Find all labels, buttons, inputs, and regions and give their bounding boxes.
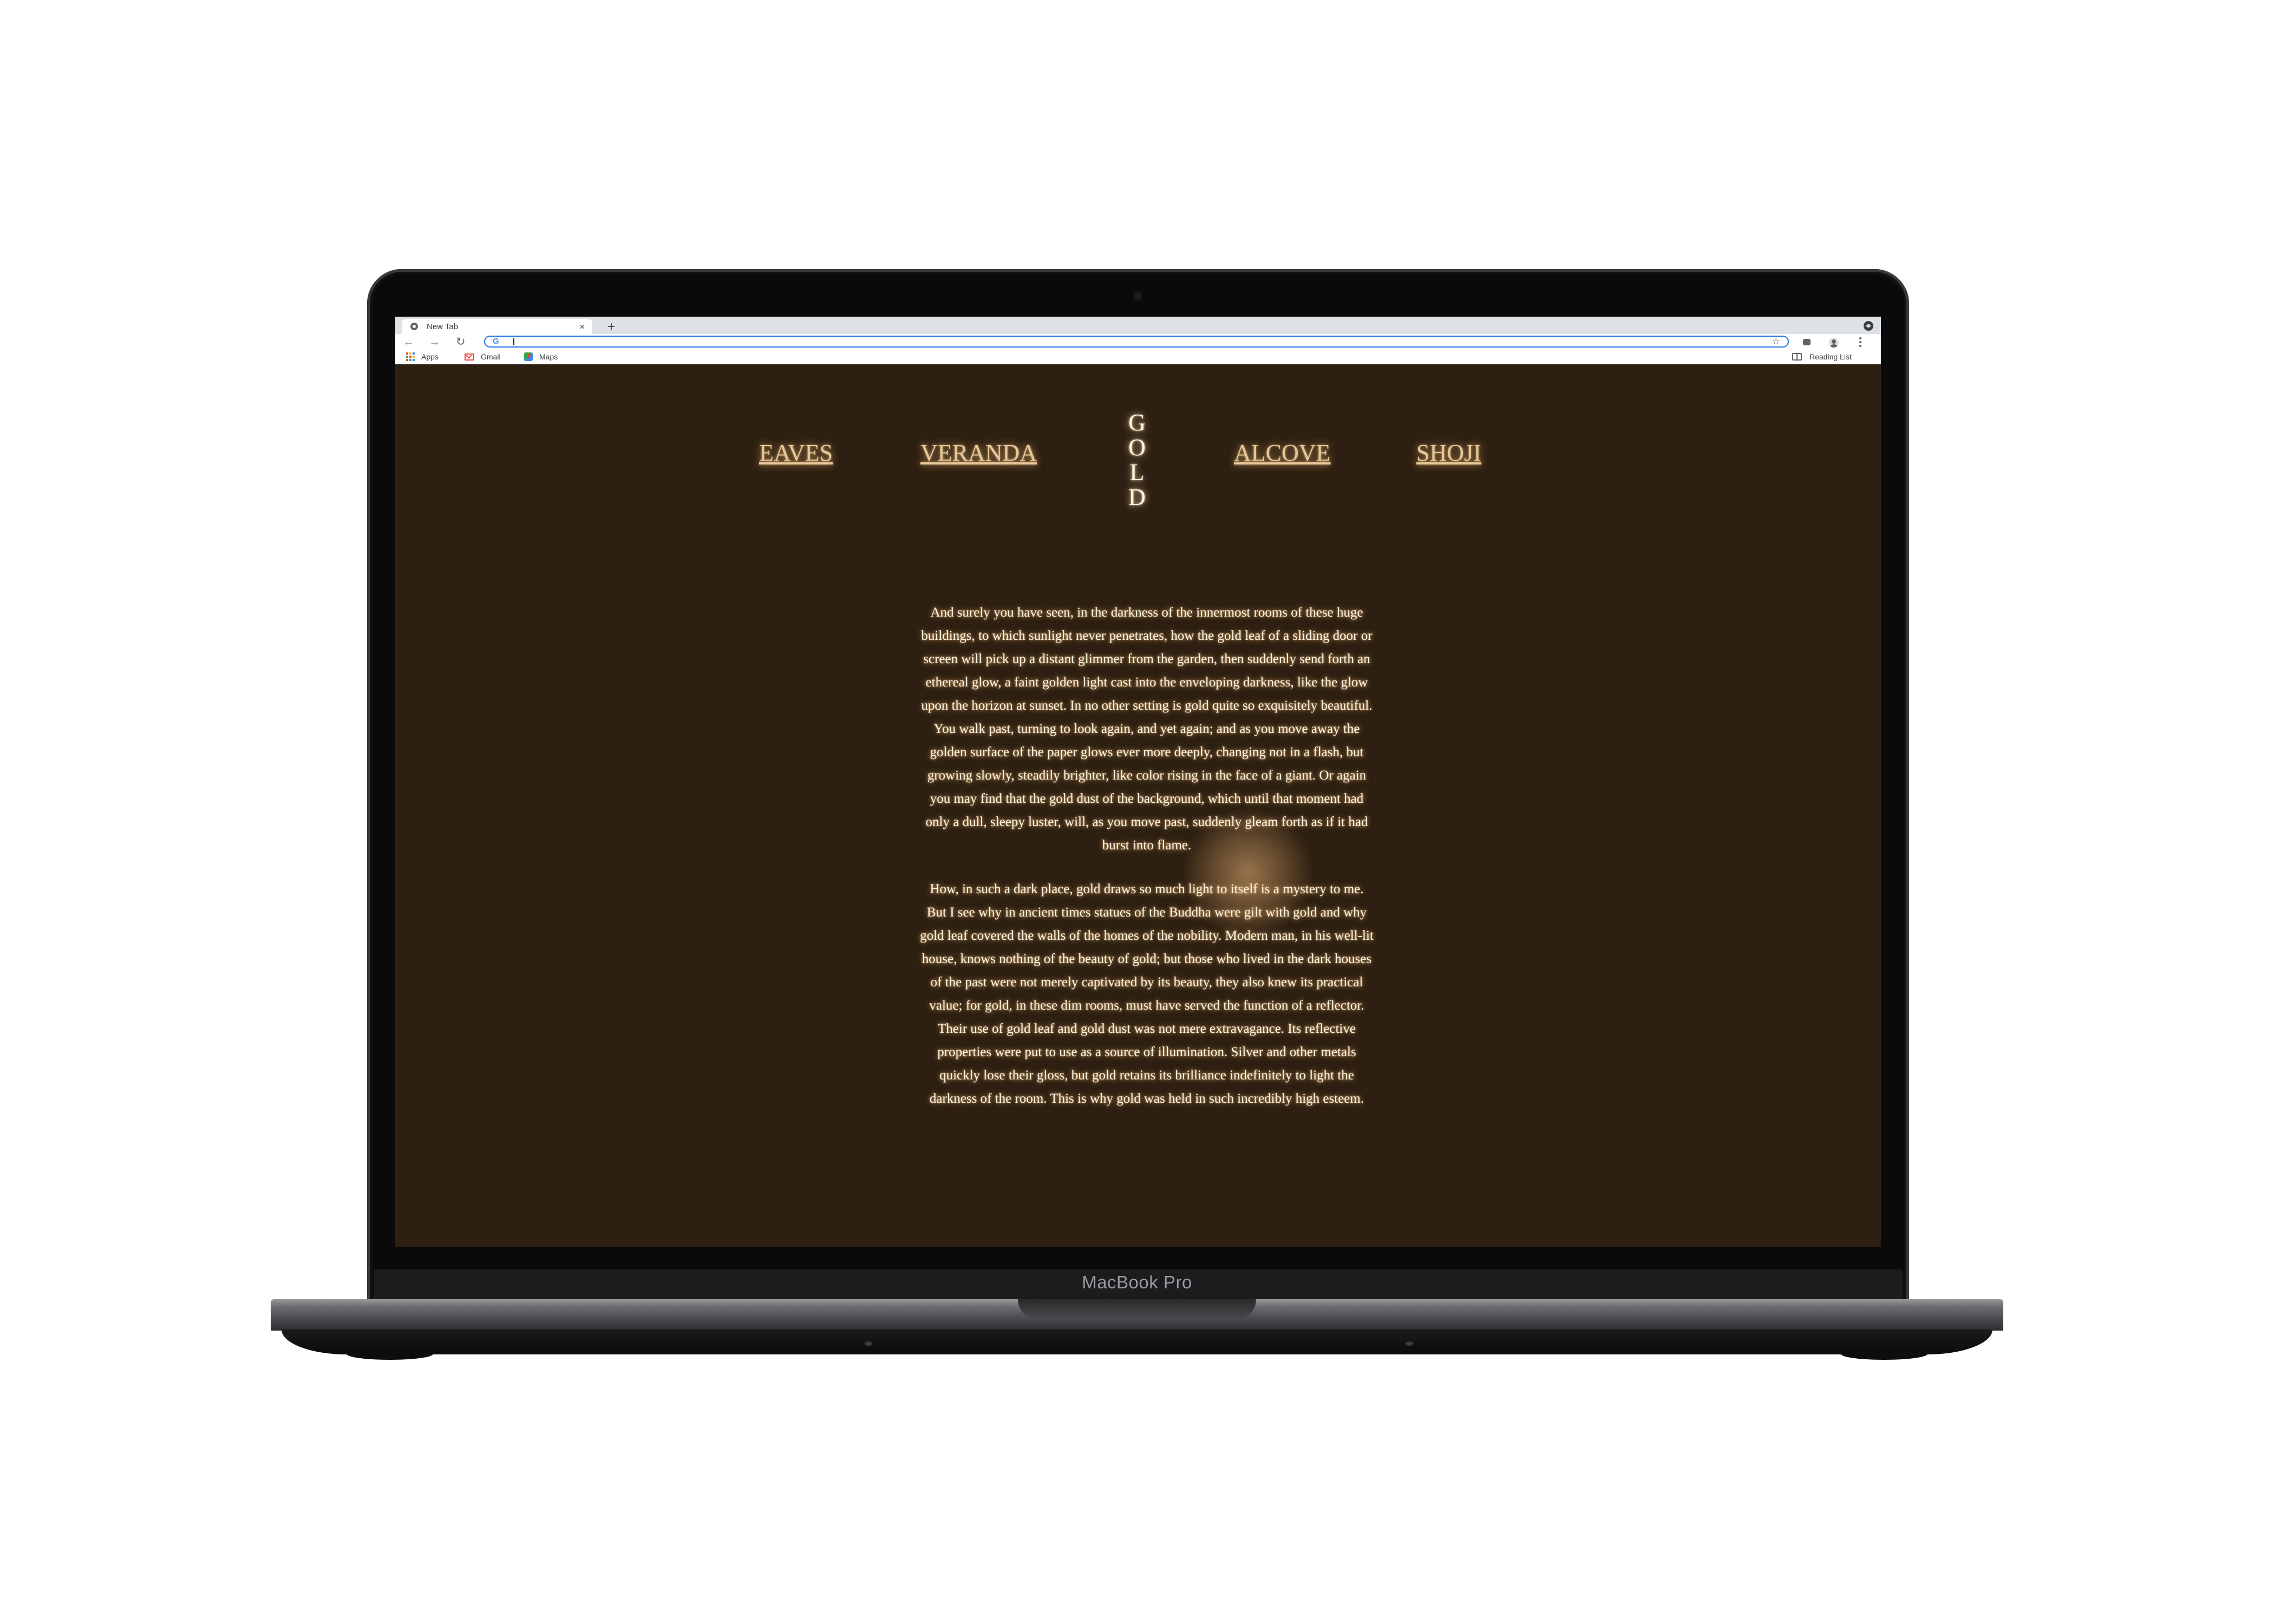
extensions-puzzle-icon[interactable] [1803,339,1811,345]
menu-kebab-icon[interactable] [1859,337,1861,347]
browser-tab-bar: New Tab × + [395,317,1881,334]
title-letter: D [1128,484,1146,510]
back-button[interactable]: ← [403,336,414,348]
text-caret [513,338,514,345]
address-input[interactable] [515,337,1750,346]
web-page: EAVES VERANDA G O L D ALCOVE SHOJI And s… [395,364,1881,1247]
tab-search-icon[interactable] [1864,321,1873,331]
bookmark-star-icon[interactable]: ☆ [1772,336,1780,347]
essay-paragraph-2: How, in such a dark place, gold draws so… [920,882,1374,1106]
laptop-foot [1841,1348,1927,1360]
essay-paragraph-1: And surely you have seen, in the darknes… [921,605,1373,853]
browser-toolbar: ← → ↻ G ☆ [395,334,1881,350]
reading-list-icon [1792,353,1802,361]
gmail-icon [465,353,474,361]
essay-text: And surely you have seen, in the darknes… [919,601,1374,1131]
new-tab-button[interactable]: + [607,320,615,333]
bookmarks-bar: Apps Gmail Maps Reading List [395,350,1881,364]
address-bar[interactable]: G ☆ [484,336,1789,348]
device-label: MacBook Pro [1082,1272,1192,1292]
nav-link-shoji[interactable]: SHOJI [1416,439,1481,467]
profile-avatar-icon[interactable] [1829,338,1839,348]
title-letter: L [1129,459,1145,486]
bookmark-gmail[interactable]: Gmail [465,352,501,362]
base-vent-dot [865,1341,872,1346]
page-title-gold: G O L D [1126,410,1148,510]
tab-title: New Tab [427,322,459,331]
maps-icon [524,352,533,361]
forward-button[interactable]: → [429,336,440,348]
webcam-icon [1134,292,1141,300]
base-vent-dot [1406,1341,1413,1346]
apps-grid-icon [406,352,415,361]
nav-link-alcove[interactable]: ALCOVE [1234,439,1330,467]
reload-button[interactable]: ↻ [456,336,466,348]
reading-list-button[interactable]: Reading List [1792,352,1852,362]
nav-link-veranda[interactable]: VERANDA [920,439,1037,467]
stage: New Tab × + ← → ↻ G ☆ Apps Gmail Maps Re… [0,0,2274,1624]
title-letter: O [1128,434,1146,461]
title-letter: G [1128,409,1146,436]
bookmark-apps[interactable]: Apps [406,352,439,362]
bookmark-label: Gmail [481,352,501,361]
bookmark-maps[interactable]: Maps [524,352,558,362]
reading-list-label: Reading List [1809,352,1852,361]
browser-tab[interactable]: New Tab × [402,319,592,334]
laptop-screen: New Tab × + ← → ↻ G ☆ Apps Gmail Maps Re… [395,317,1881,1247]
google-g-icon: G [493,337,499,346]
nav-link-eaves[interactable]: EAVES [759,439,833,467]
new-tab-favicon-icon [410,323,418,330]
bookmark-label: Apps [421,352,439,361]
trackpad-notch [1018,1299,1256,1320]
close-tab-icon[interactable]: × [579,322,585,331]
laptop-foot [347,1348,433,1360]
bookmark-label: Maps [539,352,558,361]
laptop-base-underside [282,1330,1992,1354]
